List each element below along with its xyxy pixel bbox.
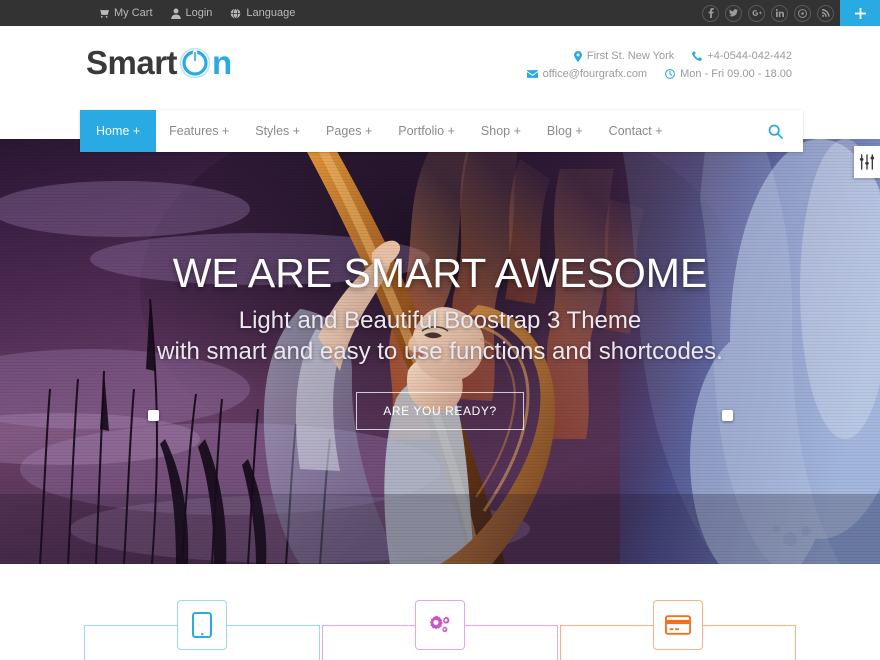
nav-label: Contact +	[608, 124, 663, 138]
nav-label: Styles +	[255, 124, 301, 138]
feature-right-edge	[557, 625, 558, 660]
contact-row-1: First St. New York +4-0544-042-442	[527, 50, 792, 62]
language-label: Language	[246, 7, 296, 19]
features-section	[0, 564, 880, 660]
globe-icon	[230, 7, 241, 19]
mail-icon	[526, 70, 538, 78]
hero-cta-button[interactable]: ARE YOU READY?	[356, 392, 524, 431]
email-item: office@fourgrafx.com	[526, 68, 648, 80]
toggle-panel-button[interactable]	[840, 0, 880, 26]
address-item: First St. New York	[573, 50, 675, 62]
nav-item-styles[interactable]: Styles +	[242, 110, 313, 152]
google-plus-icon[interactable]	[748, 4, 765, 22]
my-cart-link[interactable]: My Cart	[98, 7, 153, 19]
nav-label: Shop +	[480, 124, 521, 138]
gears-icon	[429, 615, 450, 633]
login-link[interactable]: Login	[170, 7, 213, 19]
nav-item-contact[interactable]: Contact +	[596, 110, 676, 152]
slider-prev-button[interactable]	[148, 410, 159, 421]
nav-label: Pages +	[326, 124, 373, 138]
rss-icon[interactable]	[817, 4, 834, 22]
cart-icon	[98, 8, 109, 19]
my-cart-label: My Cart	[114, 7, 153, 19]
feature-item-tablet	[84, 564, 320, 660]
user-icon	[170, 7, 181, 19]
feature-icon-box[interactable]	[653, 600, 703, 650]
header-contact: First St. New York +4-0544-042-442 offic…	[526, 50, 792, 86]
hero-content: WE ARE SMART AWESOME Light and Beautiful…	[0, 139, 880, 564]
address-text: First St. New York	[586, 50, 675, 62]
features-row	[0, 564, 880, 660]
feature-right-edge	[795, 625, 796, 660]
logo[interactable]: Smart n	[86, 44, 232, 82]
feature-icon-box[interactable]	[415, 600, 465, 650]
logo-text-n: n	[212, 44, 232, 81]
dribbble-icon[interactable]	[794, 4, 811, 22]
power-icon	[179, 47, 211, 79]
plus-icon	[854, 7, 866, 19]
twitter-icon[interactable]	[725, 4, 742, 22]
email-text: office@fourgrafx.com	[542, 68, 648, 80]
nav-item-blog[interactable]: Blog +	[534, 110, 596, 152]
theme-options-toggle[interactable]	[854, 146, 880, 178]
nav-item-home[interactable]: Home +	[80, 110, 157, 152]
slider-next-button[interactable]	[722, 410, 733, 421]
tablet-icon	[192, 612, 212, 638]
hero-subtitle-line2: with smart and easy to use functions and…	[157, 338, 723, 366]
nav-item-portfolio[interactable]: Portfolio +	[385, 110, 468, 152]
hero-title: WE ARE SMART AWESOME	[172, 250, 708, 296]
hero-slider: WE ARE SMART AWESOME Light and Beautiful…	[0, 139, 880, 564]
feature-left-edge	[84, 625, 85, 660]
feature-item-gears	[322, 564, 558, 660]
clock-icon	[665, 69, 676, 79]
sliders-icon	[859, 154, 875, 170]
top-bar: My Cart Login Language	[0, 0, 880, 26]
feature-right-edge	[319, 625, 320, 660]
linkedin-icon[interactable]	[771, 4, 788, 22]
page-root: My Cart Login Language Smart n First St.…	[0, 0, 880, 660]
nav-label: Home +	[96, 124, 141, 138]
search-icon[interactable]	[768, 110, 783, 152]
feature-left-edge	[322, 625, 323, 660]
feature-icon-box[interactable]	[177, 600, 227, 650]
main-navigation: Home + Features + Styles + Pages + Portf…	[80, 110, 803, 152]
nav-item-features[interactable]: Features +	[156, 110, 242, 152]
credit-card-icon	[665, 615, 691, 635]
contact-row-2: office@fourgrafx.com Mon - Fri 09.00 - 1…	[526, 68, 792, 80]
social-links	[702, 0, 834, 26]
logo-text-smart: Smart	[86, 44, 178, 81]
nav-label: Blog +	[546, 124, 583, 138]
language-link[interactable]: Language	[230, 7, 295, 19]
phone-item: +4-0544-042-442	[692, 50, 792, 62]
hero-subtitle-line1: Light and Beautiful Boostrap 3 Theme	[238, 307, 642, 335]
phone-icon	[692, 51, 703, 61]
nav-items: Home + Features + Styles + Pages + Portf…	[80, 110, 676, 152]
map-pin-icon	[573, 50, 582, 62]
feature-left-edge	[560, 625, 561, 660]
nav-label: Features +	[169, 124, 230, 138]
facebook-icon[interactable]	[702, 4, 719, 22]
nav-label: Portfolio +	[398, 124, 455, 138]
top-bar-links: My Cart Login Language	[98, 7, 295, 19]
nav-item-pages[interactable]: Pages +	[313, 110, 385, 152]
hours-text: Mon - Fri 09.00 - 18.00	[680, 68, 792, 80]
phone-text: +4-0544-042-442	[707, 50, 792, 62]
login-label: Login	[185, 7, 213, 19]
feature-item-credit-card	[560, 564, 796, 660]
site-header: Smart n First St. New York +4-0544-042-4…	[0, 26, 880, 110]
nav-item-shop[interactable]: Shop +	[468, 110, 534, 152]
hours-item: Mon - Fri 09.00 - 18.00	[665, 68, 792, 80]
